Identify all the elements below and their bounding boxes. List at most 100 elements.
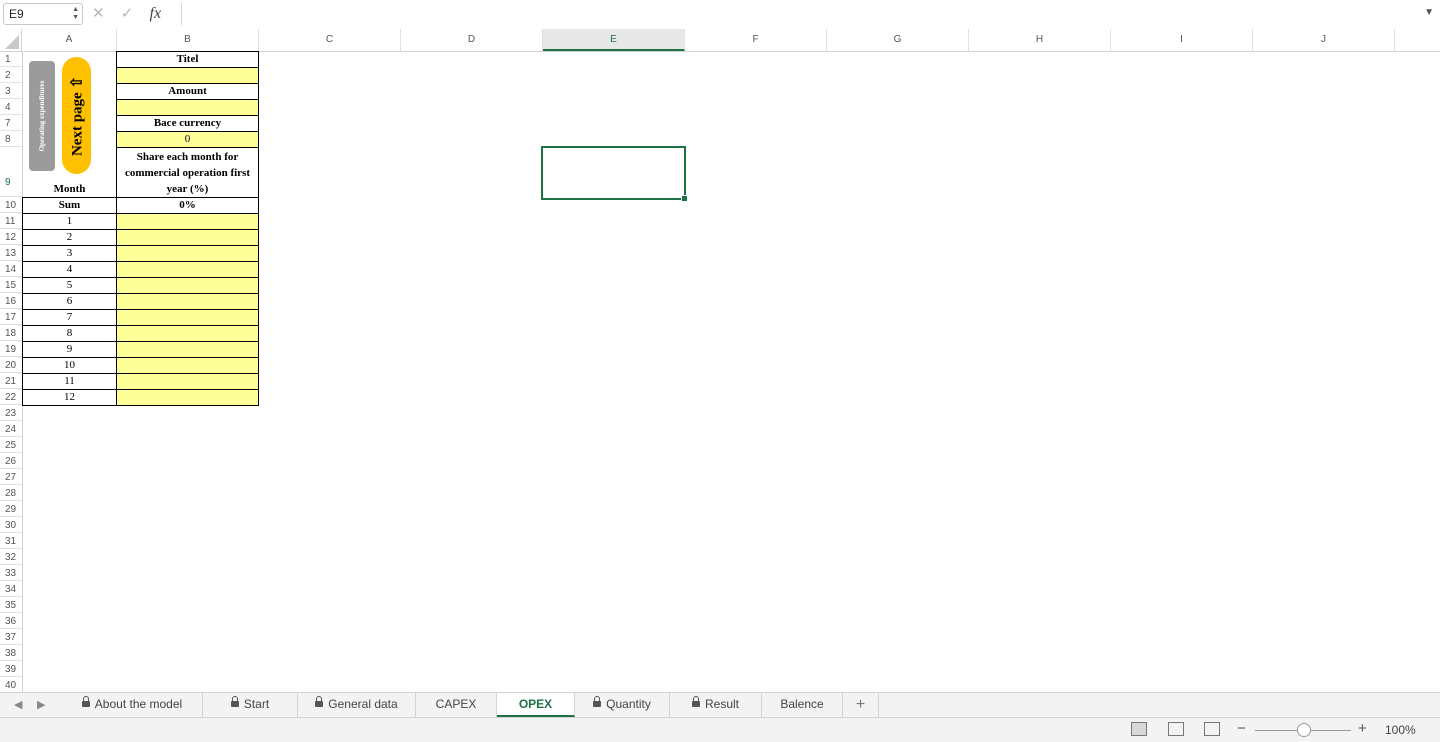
- row-header-12[interactable]: 12: [0, 229, 22, 245]
- column-header-j[interactable]: J: [1253, 29, 1395, 51]
- month-number-cell[interactable]: 8: [22, 325, 117, 342]
- row-header-26[interactable]: 26: [0, 453, 22, 469]
- row-header-17[interactable]: 17: [0, 309, 22, 325]
- month-number-cell[interactable]: 6: [22, 293, 117, 310]
- month-share-input[interactable]: [116, 341, 259, 358]
- zoom-in-button[interactable]: +: [1358, 720, 1367, 737]
- tab-capex[interactable]: CAPEX: [416, 693, 497, 717]
- row-header-37[interactable]: 37: [0, 629, 22, 645]
- tab-opex[interactable]: OPEX: [497, 693, 575, 717]
- month-number-cell[interactable]: 11: [22, 373, 117, 390]
- amount-input[interactable]: [116, 99, 259, 116]
- month-number-cell[interactable]: 2: [22, 229, 117, 246]
- formula-input[interactable]: [181, 3, 1412, 25]
- month-number-cell[interactable]: 7: [22, 309, 117, 326]
- row-header-1[interactable]: 1: [0, 51, 22, 67]
- tab-quantity[interactable]: Quantity: [575, 693, 670, 717]
- select-all-corner[interactable]: [0, 29, 22, 51]
- tab-balence[interactable]: Balence: [762, 693, 843, 717]
- row-header-20[interactable]: 20: [0, 357, 22, 373]
- fill-handle[interactable]: [681, 195, 688, 202]
- tab-scroll-right-icon[interactable]: ▶: [37, 698, 45, 711]
- page-break-view-icon[interactable]: [1204, 722, 1220, 736]
- month-share-input[interactable]: [116, 229, 259, 246]
- enter-icon[interactable]: ✓: [121, 4, 134, 22]
- row-header-2[interactable]: 2: [0, 67, 22, 83]
- row-header-10[interactable]: 10: [0, 197, 22, 213]
- row-header-19[interactable]: 19: [0, 341, 22, 357]
- month-share-input[interactable]: [116, 293, 259, 310]
- row-header-15[interactable]: 15: [0, 277, 22, 293]
- name-box[interactable]: E9 ▲ ▼: [3, 3, 83, 25]
- row-header-28[interactable]: 28: [0, 485, 22, 501]
- base-currency-value[interactable]: 0: [116, 131, 259, 148]
- row-header-4[interactable]: 4: [0, 99, 22, 115]
- month-share-input[interactable]: [116, 389, 259, 406]
- month-share-input[interactable]: [116, 373, 259, 390]
- row-header-16[interactable]: 16: [0, 293, 22, 309]
- row-header-7[interactable]: 7: [0, 115, 22, 131]
- month-share-input[interactable]: [116, 357, 259, 374]
- tab-about-the-model[interactable]: About the model: [62, 693, 203, 717]
- month-number-cell[interactable]: 10: [22, 357, 117, 374]
- sum-label[interactable]: Sum: [22, 197, 117, 214]
- operating-expenditures-button[interactable]: Operating expenditures: [29, 61, 55, 171]
- row-header-32[interactable]: 32: [0, 549, 22, 565]
- month-share-input[interactable]: [116, 277, 259, 294]
- row-header-33[interactable]: 33: [0, 565, 22, 581]
- row-header-8[interactable]: 8: [0, 131, 22, 147]
- month-number-cell[interactable]: 4: [22, 261, 117, 278]
- column-header-a[interactable]: A: [22, 29, 117, 51]
- row-header-18[interactable]: 18: [0, 325, 22, 341]
- titel-input[interactable]: [116, 67, 259, 84]
- page-layout-view-icon[interactable]: [1168, 722, 1184, 736]
- column-header-b[interactable]: B: [117, 29, 259, 51]
- month-share-input[interactable]: [116, 245, 259, 262]
- row-header-22[interactable]: 22: [0, 389, 22, 405]
- row-header-29[interactable]: 29: [0, 501, 22, 517]
- row-header-30[interactable]: 30: [0, 517, 22, 533]
- month-share-input[interactable]: [116, 309, 259, 326]
- row-header-25[interactable]: 25: [0, 437, 22, 453]
- zoom-slider-thumb[interactable]: [1297, 723, 1311, 737]
- column-header-g[interactable]: G: [827, 29, 969, 51]
- row-header-31[interactable]: 31: [0, 533, 22, 549]
- share-label[interactable]: Share each month for commercial operatio…: [116, 147, 259, 198]
- month-label[interactable]: Month: [22, 181, 117, 198]
- amount-label[interactable]: Amount: [116, 83, 259, 100]
- row-header-35[interactable]: 35: [0, 597, 22, 613]
- add-sheet-button[interactable]: +: [843, 693, 879, 717]
- zoom-out-button[interactable]: −: [1237, 720, 1246, 737]
- column-header-d[interactable]: D: [401, 29, 543, 51]
- column-header-h[interactable]: H: [969, 29, 1111, 51]
- tab-scroll-left-icon[interactable]: ◀: [14, 698, 22, 711]
- tab-result[interactable]: Result: [670, 693, 762, 717]
- insert-function-icon[interactable]: fx: [150, 5, 162, 23]
- month-share-input[interactable]: [116, 261, 259, 278]
- month-share-input[interactable]: [116, 325, 259, 342]
- column-header-i[interactable]: I: [1111, 29, 1253, 51]
- zoom-level[interactable]: 100%: [1385, 723, 1416, 737]
- row-header-3[interactable]: 3: [0, 83, 22, 99]
- month-number-cell[interactable]: 5: [22, 277, 117, 294]
- titel-label[interactable]: Titel: [116, 51, 259, 68]
- row-header-39[interactable]: 39: [0, 661, 22, 677]
- active-cell-e9[interactable]: [541, 146, 688, 202]
- column-header-c[interactable]: C: [259, 29, 401, 51]
- month-number-cell[interactable]: 12: [22, 389, 117, 406]
- row-header-13[interactable]: 13: [0, 245, 22, 261]
- chevron-down-icon[interactable]: ▼: [1424, 7, 1434, 18]
- name-box-stepper-icon[interactable]: ▲ ▼: [72, 6, 79, 22]
- month-number-cell[interactable]: 3: [22, 245, 117, 262]
- row-header-24[interactable]: 24: [0, 421, 22, 437]
- row-header-21[interactable]: 21: [0, 373, 22, 389]
- row-header-27[interactable]: 27: [0, 469, 22, 485]
- row-header-23[interactable]: 23: [0, 405, 22, 421]
- next-page-button[interactable]: Next page ⇧: [62, 57, 91, 174]
- tab-general-data[interactable]: General data: [298, 693, 416, 717]
- row-header-40[interactable]: 40: [0, 677, 22, 692]
- row-header-36[interactable]: 36: [0, 613, 22, 629]
- worksheet-grid[interactable]: A B C D E F G H I J 1 2 3 4 7 8 9 10 11 12 13 14 15 1…: [0, 29, 1440, 692]
- column-header-f[interactable]: F: [685, 29, 827, 51]
- row-header-11[interactable]: 11: [0, 213, 22, 229]
